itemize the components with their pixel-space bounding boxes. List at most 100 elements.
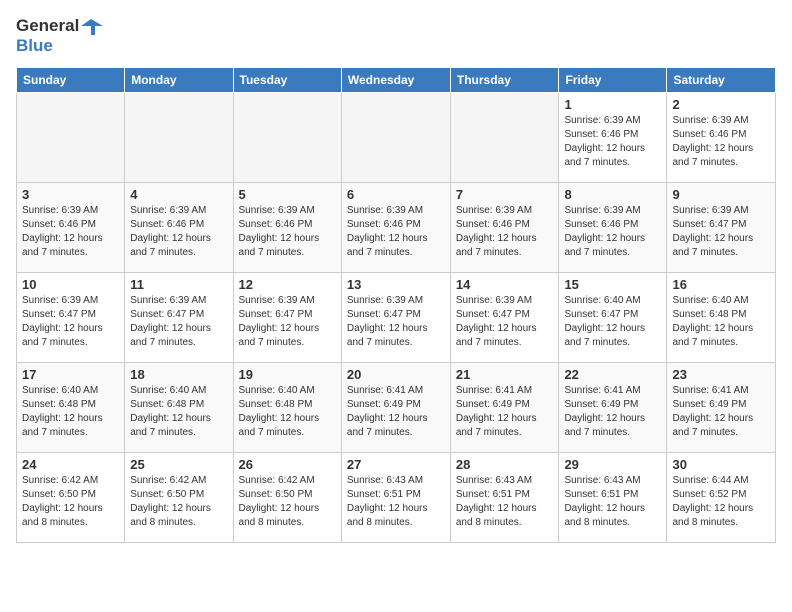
calendar-header-row: SundayMondayTuesdayWednesdayThursdayFrid… [17, 67, 776, 92]
page-header: General Blue [16, 16, 776, 57]
calendar-cell: 9 Sunrise: 6:39 AM Sunset: 6:47 PM Daylig… [667, 182, 776, 272]
day-number: 25 [130, 457, 227, 472]
day-number: 22 [564, 367, 661, 382]
calendar-cell: 4 Sunrise: 6:39 AM Sunset: 6:46 PM Daylig… [125, 182, 233, 272]
calendar-cell: 18Sunrise: 6:40 AM Sunset: 6:48 PM Dayli… [125, 362, 233, 452]
calendar-cell: 16Sunrise: 6:40 AM Sunset: 6:48 PM Dayli… [667, 272, 776, 362]
day-info: Sunrise: 6:43 AM Sunset: 6:51 PM Dayligh… [347, 474, 445, 530]
calendar-week-3: 10 Sunrise: 6:39 AM Sunset: 6:47 PM Dayli… [17, 272, 776, 362]
day-number: 28 [456, 457, 554, 472]
day-info: Sunrise: 6:42 AM Sunset: 6:50 PM Dayligh… [130, 474, 227, 530]
calendar-table: SundayMondayTuesdayWednesdayThursdayFrid… [16, 67, 776, 543]
calendar-cell: 5Sunrise: 6:39 AM Sunset: 6:46 PM Daylig… [233, 182, 341, 272]
calendar-cell: 30Sunrise: 6:44 AM Sunset: 6:52 PM Dayli… [667, 452, 776, 542]
day-number: 19 [239, 367, 336, 382]
day-info: Sunrise: 6:40 AM Sunset: 6:48 PM Dayligh… [672, 294, 770, 350]
calendar-cell: 2 Sunrise: 6:39 AM Sunset: 6:46 PM Daylig… [667, 92, 776, 182]
calendar-cell: 23 Sunrise: 6:41 AM Sunset: 6:49 PM Dayli… [667, 362, 776, 452]
calendar-header-sunday: Sunday [17, 67, 125, 92]
day-info: Sunrise: 6:39 AM Sunset: 6:47 PM Dayligh… [672, 204, 770, 260]
calendar-cell: 19 Sunrise: 6:40 AM Sunset: 6:48 PM Dayli… [233, 362, 341, 452]
calendar-header-tuesday: Tuesday [233, 67, 341, 92]
day-info: Sunrise: 6:39 AM Sunset: 6:47 PM Dayligh… [239, 294, 336, 350]
day-number: 29 [564, 457, 661, 472]
calendar-week-2: 3 Sunrise: 6:39 AM Sunset: 6:46 PM Daylig… [17, 182, 776, 272]
calendar-cell: 26 Sunrise: 6:42 AM Sunset: 6:50 PM Dayli… [233, 452, 341, 542]
calendar-cell: 14 Sunrise: 6:39 AM Sunset: 6:47 PM Dayli… [450, 272, 559, 362]
calendar-cell: 25 Sunrise: 6:42 AM Sunset: 6:50 PM Dayli… [125, 452, 233, 542]
day-info: Sunrise: 6:40 AM Sunset: 6:48 PM Dayligh… [239, 384, 336, 440]
day-info: Sunrise: 6:42 AM Sunset: 6:50 PM Dayligh… [22, 474, 119, 530]
day-number: 6 [347, 187, 445, 202]
calendar-cell: 6 Sunrise: 6:39 AM Sunset: 6:46 PM Daylig… [341, 182, 450, 272]
calendar-cell [233, 92, 341, 182]
day-info: Sunrise: 6:42 AM Sunset: 6:50 PM Dayligh… [239, 474, 336, 530]
day-info: Sunrise: 6:39 AM Sunset: 6:46 PM Dayligh… [456, 204, 554, 260]
day-number: 2 [672, 97, 770, 112]
day-number: 10 [22, 277, 119, 292]
calendar-week-1: 1 Sunrise: 6:39 AM Sunset: 6:46 PM Daylig… [17, 92, 776, 182]
calendar-cell: 10 Sunrise: 6:39 AM Sunset: 6:47 PM Dayli… [17, 272, 125, 362]
day-number: 11 [130, 277, 227, 292]
day-number: 3 [22, 187, 119, 202]
calendar-cell: 27 Sunrise: 6:43 AM Sunset: 6:51 PM Dayli… [341, 452, 450, 542]
day-number: 14 [456, 277, 554, 292]
day-info: Sunrise: 6:41 AM Sunset: 6:49 PM Dayligh… [347, 384, 445, 440]
calendar-cell: 24 Sunrise: 6:42 AM Sunset: 6:50 PM Dayli… [17, 452, 125, 542]
day-number: 9 [672, 187, 770, 202]
calendar-cell: 12 Sunrise: 6:39 AM Sunset: 6:47 PM Dayli… [233, 272, 341, 362]
day-number: 21 [456, 367, 554, 382]
day-number: 23 [672, 367, 770, 382]
day-info: Sunrise: 6:39 AM Sunset: 6:46 PM Dayligh… [130, 204, 227, 260]
calendar-cell: 1 Sunrise: 6:39 AM Sunset: 6:46 PM Daylig… [559, 92, 667, 182]
day-info: Sunrise: 6:41 AM Sunset: 6:49 PM Dayligh… [456, 384, 554, 440]
calendar-cell [17, 92, 125, 182]
day-number: 13 [347, 277, 445, 292]
day-number: 24 [22, 457, 119, 472]
logo-text-general: General [16, 16, 79, 36]
day-number: 17 [22, 367, 119, 382]
day-info: Sunrise: 6:44 AM Sunset: 6:52 PM Dayligh… [672, 474, 770, 530]
logo-bird-icon [81, 17, 103, 35]
day-info: Sunrise: 6:43 AM Sunset: 6:51 PM Dayligh… [564, 474, 661, 530]
calendar-cell: 11Sunrise: 6:39 AM Sunset: 6:47 PM Dayli… [125, 272, 233, 362]
calendar-cell: 22 Sunrise: 6:41 AM Sunset: 6:49 PM Dayli… [559, 362, 667, 452]
calendar-header-saturday: Saturday [667, 67, 776, 92]
day-info: Sunrise: 6:41 AM Sunset: 6:49 PM Dayligh… [564, 384, 661, 440]
day-info: Sunrise: 6:40 AM Sunset: 6:48 PM Dayligh… [22, 384, 119, 440]
day-info: Sunrise: 6:39 AM Sunset: 6:47 PM Dayligh… [347, 294, 445, 350]
calendar-cell: 8Sunrise: 6:39 AM Sunset: 6:46 PM Daylig… [559, 182, 667, 272]
calendar-cell [341, 92, 450, 182]
calendar-header-monday: Monday [125, 67, 233, 92]
day-info: Sunrise: 6:39 AM Sunset: 6:46 PM Dayligh… [564, 114, 661, 170]
day-info: Sunrise: 6:39 AM Sunset: 6:46 PM Dayligh… [347, 204, 445, 260]
calendar-cell: 29 Sunrise: 6:43 AM Sunset: 6:51 PM Dayli… [559, 452, 667, 542]
calendar-cell [450, 92, 559, 182]
logo-text-blue: Blue [16, 36, 53, 56]
day-info: Sunrise: 6:39 AM Sunset: 6:47 PM Dayligh… [456, 294, 554, 350]
day-info: Sunrise: 6:39 AM Sunset: 6:47 PM Dayligh… [22, 294, 119, 350]
day-number: 8 [564, 187, 661, 202]
calendar-cell: 28Sunrise: 6:43 AM Sunset: 6:51 PM Dayli… [450, 452, 559, 542]
day-number: 4 [130, 187, 227, 202]
logo-container: General Blue [16, 16, 103, 57]
day-number: 26 [239, 457, 336, 472]
calendar-cell: 15Sunrise: 6:40 AM Sunset: 6:47 PM Dayli… [559, 272, 667, 362]
calendar-cell: 21 Sunrise: 6:41 AM Sunset: 6:49 PM Dayli… [450, 362, 559, 452]
day-info: Sunrise: 6:40 AM Sunset: 6:48 PM Dayligh… [130, 384, 227, 440]
calendar-header-friday: Friday [559, 67, 667, 92]
day-number: 1 [564, 97, 661, 112]
calendar-header-thursday: Thursday [450, 67, 559, 92]
day-info: Sunrise: 6:41 AM Sunset: 6:49 PM Dayligh… [672, 384, 770, 440]
calendar-cell: 13 Sunrise: 6:39 AM Sunset: 6:47 PM Dayli… [341, 272, 450, 362]
calendar-cell [125, 92, 233, 182]
calendar-cell: 7Sunrise: 6:39 AM Sunset: 6:46 PM Daylig… [450, 182, 559, 272]
day-number: 12 [239, 277, 336, 292]
day-info: Sunrise: 6:39 AM Sunset: 6:46 PM Dayligh… [239, 204, 336, 260]
calendar-week-4: 17 Sunrise: 6:40 AM Sunset: 6:48 PM Dayli… [17, 362, 776, 452]
day-info: Sunrise: 6:39 AM Sunset: 6:46 PM Dayligh… [672, 114, 770, 170]
calendar-cell: 17 Sunrise: 6:40 AM Sunset: 6:48 PM Dayli… [17, 362, 125, 452]
calendar-week-5: 24 Sunrise: 6:42 AM Sunset: 6:50 PM Dayli… [17, 452, 776, 542]
day-number: 27 [347, 457, 445, 472]
day-info: Sunrise: 6:39 AM Sunset: 6:46 PM Dayligh… [22, 204, 119, 260]
